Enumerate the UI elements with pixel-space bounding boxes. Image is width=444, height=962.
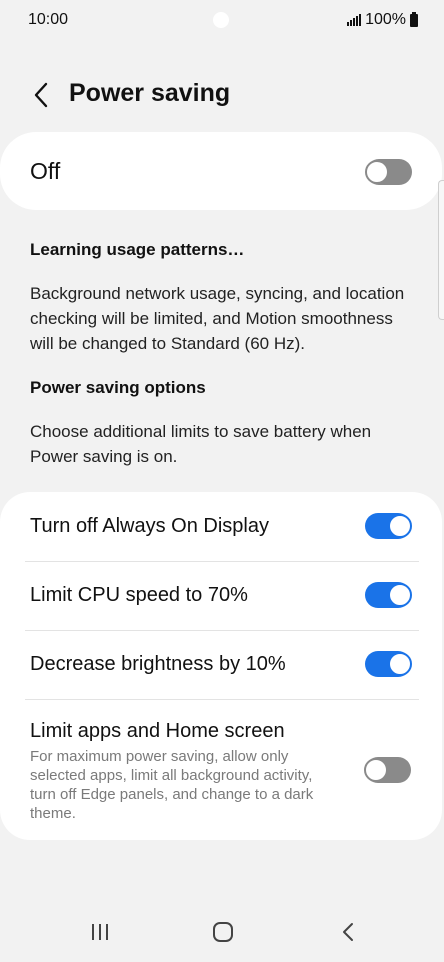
home-button[interactable] <box>210 920 236 944</box>
toggle-knob <box>364 758 388 782</box>
option-limit-cpu[interactable]: Limit CPU speed to 70% <box>0 562 442 630</box>
aod-toggle[interactable] <box>365 513 412 539</box>
master-toggle[interactable] <box>365 159 412 185</box>
options-heading: Power saving options <box>30 378 206 397</box>
battery-percent: 100% <box>365 11 406 28</box>
brightness-toggle[interactable] <box>365 651 412 677</box>
option-label: Limit apps and Home screen <box>30 720 285 742</box>
status-bar: 10:00 100% <box>0 0 444 42</box>
home-icon <box>213 922 233 942</box>
signal-bars-icon <box>347 14 362 26</box>
nav-back-icon <box>343 923 353 941</box>
battery-icon <box>410 11 418 27</box>
chevron-left-icon <box>34 82 48 108</box>
master-switch-label: Off <box>30 158 61 184</box>
option-label: Decrease brightness by 10% <box>30 653 286 675</box>
learning-heading: Learning usage patterns… <box>30 240 245 259</box>
page-title: Power saving <box>69 79 231 107</box>
recents-button[interactable] <box>88 920 112 944</box>
cpu-toggle[interactable] <box>365 582 412 608</box>
learning-description: Background network usage, syncing, and l… <box>30 284 405 353</box>
power-saving-options-list: Turn off Always On Display Limit CPU spe… <box>0 492 442 840</box>
navigation-bar <box>0 900 444 962</box>
toggle-knob <box>365 160 389 184</box>
status-time: 10:00 <box>28 11 69 28</box>
nav-back-button[interactable] <box>338 920 358 944</box>
scroll-indicator[interactable] <box>438 180 444 320</box>
options-description: Choose additional limits to save battery… <box>30 422 372 466</box>
recents-icon <box>92 924 108 940</box>
option-decrease-brightness[interactable]: Decrease brightness by 10% <box>0 631 442 699</box>
back-button[interactable] <box>26 78 56 112</box>
front-camera <box>213 12 229 28</box>
toggle-knob <box>388 514 412 538</box>
toggle-knob <box>388 583 412 607</box>
limit-apps-toggle[interactable] <box>364 757 411 783</box>
app-header: Power saving <box>0 70 444 120</box>
status-indicators: 100% <box>347 11 418 29</box>
option-label: Limit CPU speed to 70% <box>30 584 248 606</box>
option-turn-off-aod[interactable]: Turn off Always On Display <box>0 492 442 561</box>
power-saving-master-switch[interactable]: Off <box>0 132 442 210</box>
option-limit-apps[interactable]: Limit apps and Home screen For maximum p… <box>0 700 442 840</box>
option-description: For maximum power saving, allow only sel… <box>30 748 314 822</box>
option-label: Turn off Always On Display <box>30 515 269 537</box>
toggle-knob <box>388 652 412 676</box>
